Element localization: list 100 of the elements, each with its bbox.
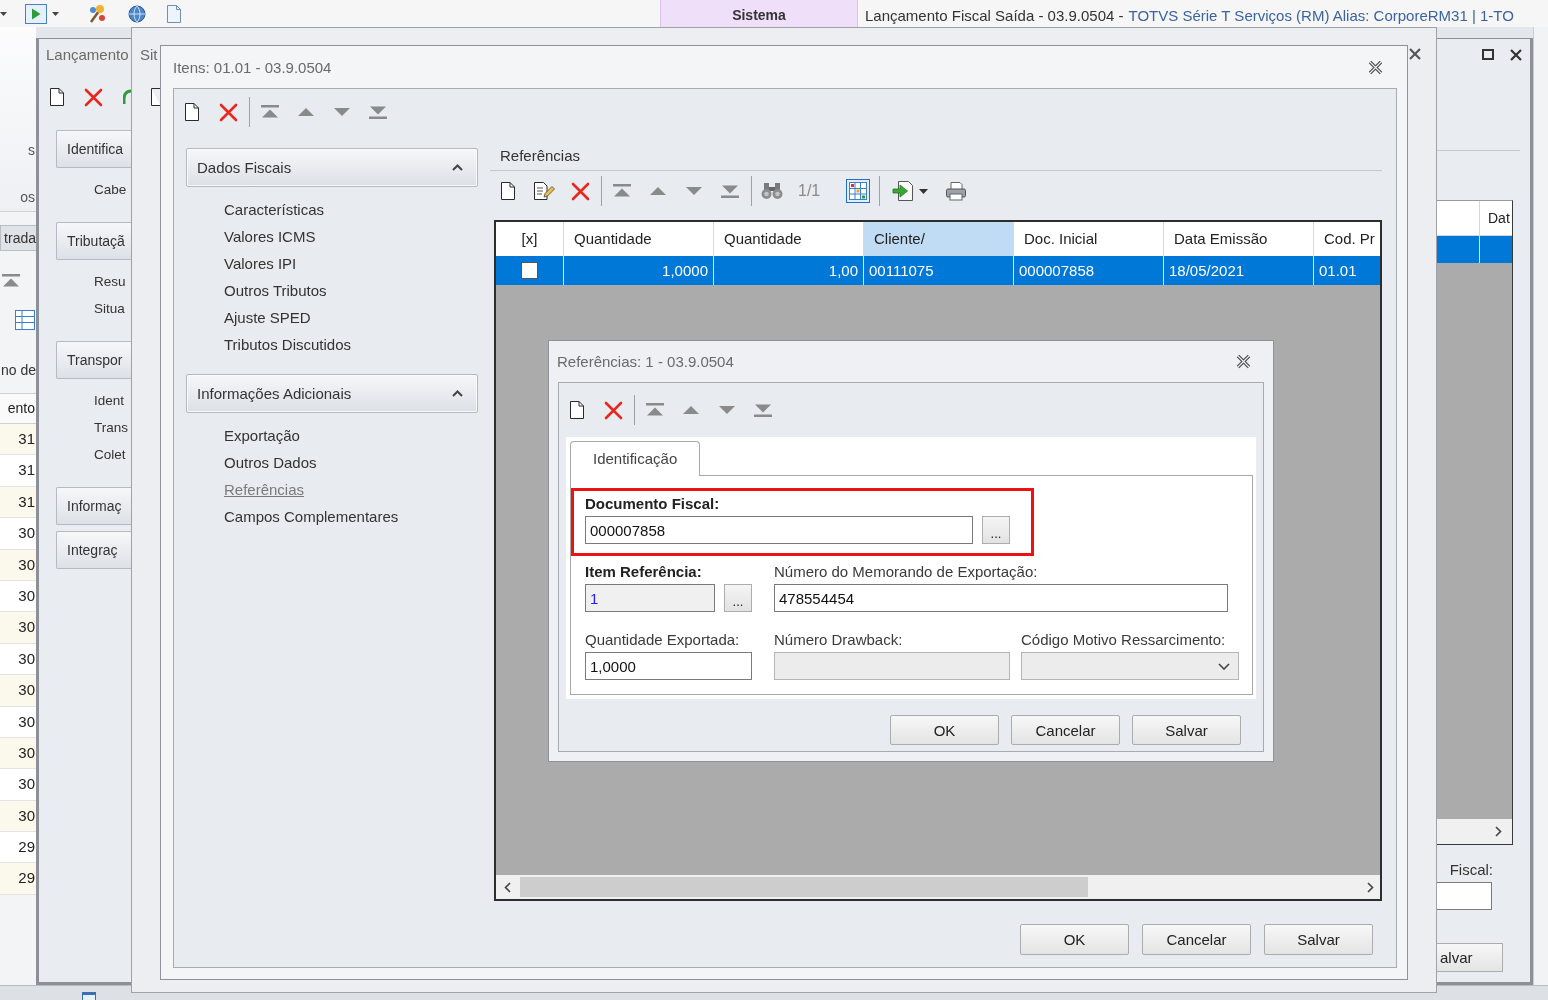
table-icon[interactable] bbox=[15, 310, 35, 330]
last-record-icon[interactable] bbox=[369, 105, 387, 119]
nav-link[interactable]: Trans bbox=[94, 414, 128, 441]
column-header[interactable]: Cod. Pr bbox=[1314, 222, 1380, 256]
tab[interactable]: Identificação bbox=[570, 441, 701, 476]
delete-icon[interactable] bbox=[570, 181, 590, 201]
nav-link[interactable]: Outros Tributos bbox=[224, 277, 327, 304]
lookup-field[interactable]: 1 bbox=[585, 584, 715, 612]
lookup-button[interactable]: ... bbox=[724, 584, 752, 612]
chevron-up-icon[interactable] bbox=[452, 164, 463, 171]
cancel-button[interactable]: Cancelar bbox=[1011, 715, 1120, 745]
action-button[interactable]: alvar bbox=[1437, 943, 1503, 972]
nav-link[interactable]: Ident bbox=[94, 387, 125, 414]
up-arrow-icon[interactable] bbox=[650, 187, 666, 195]
group-label: no de bbox=[0, 362, 36, 378]
last-record-icon[interactable] bbox=[721, 184, 739, 198]
scrollbar[interactable] bbox=[496, 875, 1380, 899]
nav-link[interactable]: Tributos Discutidos bbox=[224, 331, 351, 358]
last-record-icon[interactable] bbox=[754, 403, 772, 417]
accordion-header[interactable]: Dados Fiscais bbox=[186, 148, 478, 187]
text-field[interactable]: 1,0000 bbox=[585, 652, 752, 680]
checkbox[interactable] bbox=[521, 262, 538, 279]
table-row[interactable]: 1,0000 1,00 00111075 000007858 18/05/2021 01.01 bbox=[496, 256, 1380, 285]
window-title: Lançamento bbox=[46, 46, 129, 63]
down-arrow-icon[interactable] bbox=[334, 108, 350, 116]
down-arrow-icon[interactable] bbox=[719, 406, 735, 414]
new-document-icon[interactable] bbox=[184, 102, 200, 122]
tab[interactable]: trada bbox=[0, 225, 36, 251]
column-header[interactable]: ento bbox=[0, 393, 36, 424]
first-record-icon[interactable] bbox=[2, 274, 20, 288]
new-document-icon[interactable] bbox=[569, 400, 585, 420]
section-header[interactable]: Integraç bbox=[56, 531, 131, 569]
caret-icon[interactable] bbox=[919, 188, 928, 194]
text-field[interactable]: 478554454 bbox=[774, 584, 1228, 612]
nav-link[interactable]: Ajuste SPED bbox=[224, 304, 311, 331]
table-cell: 31 bbox=[0, 424, 36, 456]
nav-link[interactable]: Campos Complementares bbox=[224, 503, 399, 530]
ok-button[interactable]: OK bbox=[890, 715, 999, 745]
section-header[interactable]: Transpor bbox=[56, 341, 131, 379]
section-header[interactable]: Tributaçã bbox=[56, 222, 131, 260]
scrollbar[interactable] bbox=[1437, 819, 1512, 844]
close-icon[interactable] bbox=[1510, 48, 1522, 61]
scroll-right-icon[interactable] bbox=[1495, 826, 1502, 837]
text-field[interactable] bbox=[1437, 882, 1492, 910]
nav-link[interactable]: Colet bbox=[94, 441, 126, 468]
printer-icon[interactable] bbox=[945, 181, 967, 201]
down-arrow-icon[interactable] bbox=[686, 187, 702, 195]
first-record-icon[interactable] bbox=[646, 403, 664, 417]
field-label: Quantidade Exportada: bbox=[585, 631, 740, 649]
first-record-icon[interactable] bbox=[613, 184, 631, 198]
column-header[interactable]: Cliente/ bbox=[864, 222, 1014, 256]
lookup-button[interactable]: ... bbox=[982, 516, 1010, 544]
nav-link[interactable]: Referências bbox=[224, 476, 305, 503]
close-icon[interactable] bbox=[1368, 59, 1383, 75]
binoculars-icon[interactable] bbox=[761, 182, 783, 200]
new-document-icon[interactable] bbox=[49, 87, 65, 107]
section-header[interactable]: Informaç bbox=[56, 487, 131, 525]
nav-link[interactable]: Características bbox=[224, 196, 325, 223]
table-icon[interactable] bbox=[846, 179, 870, 203]
document-icon[interactable] bbox=[166, 3, 182, 24]
nav-link[interactable]: Situa bbox=[94, 295, 125, 322]
save-button[interactable]: Salvar bbox=[1264, 924, 1373, 955]
ribbon-tab[interactable]: Sistema bbox=[660, 0, 858, 27]
nav-link[interactable]: Exportação bbox=[224, 422, 300, 449]
new-document-icon[interactable] bbox=[500, 181, 516, 201]
globe-icon[interactable] bbox=[128, 4, 146, 23]
nav-link[interactable]: Resu bbox=[94, 268, 126, 295]
up-arrow-icon[interactable] bbox=[683, 406, 699, 414]
nav-link[interactable]: Valores ICMS bbox=[224, 223, 316, 250]
column-header[interactable]: Dat bbox=[1480, 201, 1510, 235]
nav-link[interactable]: Outros Dados bbox=[224, 449, 317, 476]
caret-icon[interactable] bbox=[0, 11, 7, 16]
scroll-thumb[interactable] bbox=[520, 877, 1088, 897]
field-label: Item Referência: bbox=[585, 563, 702, 581]
maximize-icon[interactable] bbox=[1482, 49, 1494, 60]
scroll-right-icon[interactable] bbox=[1367, 881, 1374, 893]
save-button[interactable]: Salvar bbox=[1132, 715, 1241, 745]
section-header[interactable]: Identifica bbox=[56, 130, 131, 168]
new-document-icon[interactable] bbox=[150, 87, 160, 107]
chevron-up-icon[interactable] bbox=[452, 390, 463, 397]
table-cell: 30 bbox=[0, 549, 36, 581]
ok-button[interactable]: OK bbox=[1020, 924, 1129, 955]
edit-document-icon[interactable] bbox=[533, 181, 555, 201]
tools-icon[interactable] bbox=[88, 3, 106, 24]
delete-icon[interactable] bbox=[83, 87, 103, 107]
first-record-icon[interactable] bbox=[261, 105, 279, 119]
lookup-field[interactable]: 000007858 bbox=[585, 516, 973, 544]
accordion-header[interactable]: Informações Adicionais bbox=[186, 374, 478, 413]
delete-icon[interactable] bbox=[603, 400, 623, 420]
nav-link[interactable]: Valores IPI bbox=[224, 250, 297, 277]
close-icon[interactable] bbox=[1409, 48, 1421, 60]
up-arrow-icon[interactable] bbox=[298, 108, 314, 116]
delete-icon[interactable] bbox=[218, 102, 238, 122]
close-icon[interactable] bbox=[1236, 354, 1251, 369]
window-icon[interactable] bbox=[82, 992, 96, 1000]
export-icon[interactable] bbox=[892, 180, 916, 202]
caret-icon[interactable] bbox=[52, 11, 59, 16]
scroll-left-icon[interactable] bbox=[504, 881, 511, 893]
nav-link[interactable]: Cabe bbox=[94, 176, 127, 203]
cancel-button[interactable]: Cancelar bbox=[1142, 924, 1251, 955]
